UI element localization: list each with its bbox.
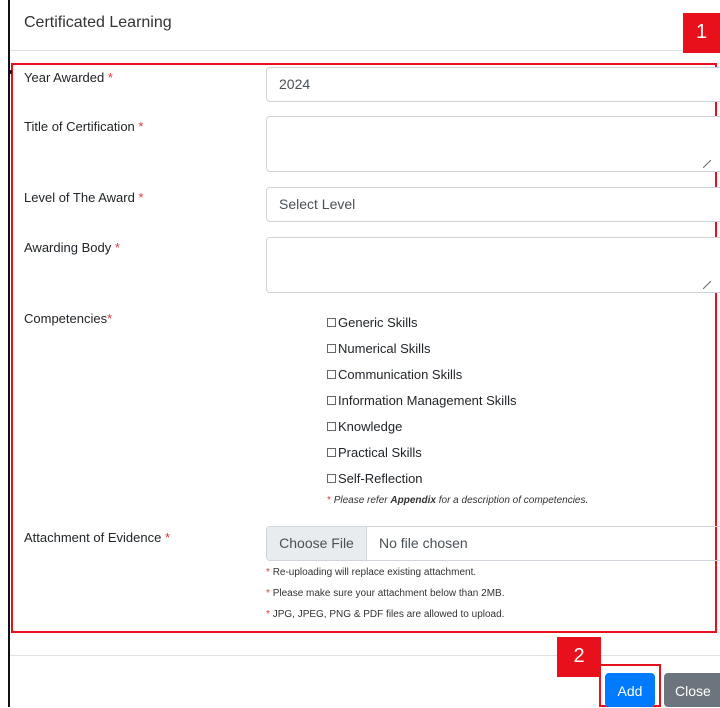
competency-label: Communication Skills (338, 366, 463, 382)
attachment-label-text: Attachment of Evidence (24, 530, 162, 545)
title-certification-label: Title of Certification * (24, 119, 143, 134)
checkbox-icon[interactable] (327, 395, 336, 405)
checkbox-icon[interactable] (327, 421, 336, 431)
year-awarded-label-text: Year Awarded (24, 70, 105, 85)
attachment-label: Attachment of Evidence * (24, 530, 170, 545)
required-marker: * (266, 609, 270, 620)
required-marker: * (266, 567, 270, 578)
competency-information-management[interactable]: Information Management Skills (327, 387, 516, 413)
note-prefix: Please refer (333, 495, 388, 506)
checkbox-icon[interactable] (327, 317, 336, 327)
level-award-selected: Select Level (279, 196, 356, 212)
required-marker: * (138, 190, 144, 205)
attachment-note-1: * Re-uploading will replace existing att… (266, 567, 476, 578)
competency-knowledge[interactable]: Knowledge (327, 413, 516, 439)
close-button[interactable]: Close (664, 673, 720, 707)
required-marker: * (114, 240, 120, 255)
competency-label: Numerical Skills (338, 340, 431, 356)
attachment-note-2: * Please make sure your attachment below… (266, 588, 504, 599)
modal-header: Certificated Learning (10, 0, 720, 51)
required-marker: * (138, 119, 144, 134)
competencies-label-text: Competencies (24, 311, 108, 326)
required-marker: * (327, 495, 331, 506)
year-awarded-input[interactable]: 2024 (266, 67, 720, 102)
competency-generic-skills[interactable]: Generic Skills (327, 309, 516, 335)
bullet-marker (8, 70, 12, 74)
level-award-label: Level of The Award * (24, 190, 144, 205)
competency-communication-skills[interactable]: Communication Skills (327, 361, 516, 387)
title-certification-textarea[interactable] (266, 116, 720, 172)
title-certification-label-text: Title of Certification (24, 119, 135, 134)
required-marker: * (107, 70, 113, 85)
year-awarded-label: Year Awarded * (24, 70, 113, 85)
awarding-body-textarea[interactable] (266, 237, 720, 293)
resize-handle-icon[interactable] (703, 281, 711, 289)
competencies-note: * Please refer Appendix for a descriptio… (327, 495, 588, 506)
checkbox-icon[interactable] (327, 369, 336, 379)
appendix-link[interactable]: Appendix (390, 495, 436, 506)
modal-left-border (8, 0, 10, 707)
year-awarded-value: 2024 (279, 76, 311, 92)
attachment-note-text: JPG, JPEG, PNG & PDF files are allowed t… (272, 609, 505, 620)
awarding-body-label-text: Awarding Body (24, 240, 112, 255)
required-marker: * (266, 588, 270, 599)
attachment-note-3: * JPG, JPEG, PNG & PDF files are allowed… (266, 609, 504, 620)
choose-file-button[interactable]: Choose File (267, 527, 367, 560)
required-marker: * (107, 311, 113, 326)
competency-self-reflection[interactable]: Self-Reflection (327, 465, 516, 491)
competencies-list: Generic Skills Numerical Skills Communic… (327, 309, 516, 491)
attachment-note-text: Re-uploading will replace existing attac… (272, 567, 477, 578)
competency-label: Knowledge (338, 418, 403, 434)
resize-handle-icon[interactable] (703, 160, 711, 168)
level-award-select[interactable]: Select Level (266, 187, 720, 222)
modal-footer-divider (10, 655, 720, 656)
competency-label: Generic Skills (338, 314, 418, 330)
checkbox-icon[interactable] (327, 343, 336, 353)
note-suffix: for a description of competencies. (438, 495, 589, 506)
annotation-badge-2: 2 (557, 637, 601, 677)
annotation-badge-1: 1 (683, 13, 720, 53)
awarding-body-label: Awarding Body * (24, 240, 120, 255)
attachment-file-input[interactable]: Choose File No file chosen (266, 526, 720, 561)
add-button[interactable]: Add (605, 673, 655, 707)
competencies-label: Competencies* (24, 311, 112, 326)
checkbox-icon[interactable] (327, 447, 336, 457)
required-marker: * (164, 530, 170, 545)
checkbox-icon[interactable] (327, 473, 336, 483)
competency-label: Practical Skills (338, 444, 422, 460)
file-status: No file chosen (379, 535, 468, 551)
level-award-label-text: Level of The Award (24, 190, 135, 205)
competency-label: Self-Reflection (338, 470, 423, 486)
competency-label: Information Management Skills (338, 392, 517, 408)
competency-practical-skills[interactable]: Practical Skills (327, 439, 516, 465)
modal-title: Certificated Learning (24, 14, 172, 31)
attachment-note-text: Please make sure your attachment below t… (272, 588, 505, 599)
competency-numerical-skills[interactable]: Numerical Skills (327, 335, 516, 361)
